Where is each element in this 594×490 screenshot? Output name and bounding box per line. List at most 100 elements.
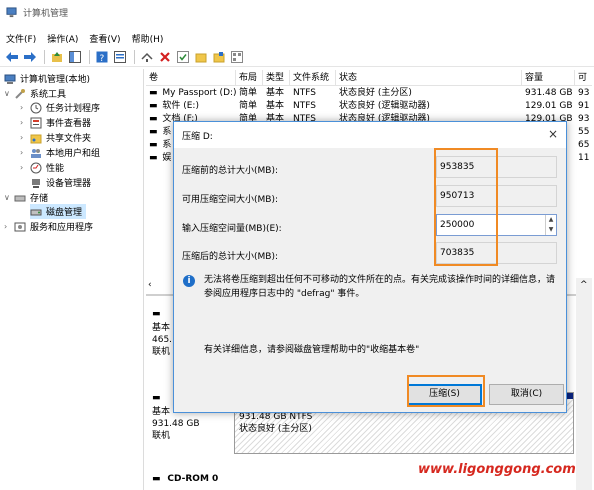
cell-volume-wrap: ▬ 软件 (E:) [146,100,236,113]
tree-item-device-manager[interactable]: 设备管理器 [30,175,91,190]
chevron-right-icon[interactable]: › [4,222,14,231]
column-volume[interactable]: 卷 [146,70,236,86]
column-free[interactable]: 可 [575,70,592,86]
cell-capacity: 931.48 GB [525,88,573,98]
services-icon [14,222,26,231]
cell-free: 91 [578,101,590,111]
help-icon[interactable]: ? [94,49,110,65]
cell-volume: 软件 (E:) [162,101,199,111]
connect-icon[interactable] [139,49,155,65]
chevron-right-icon[interactable]: › [20,163,30,172]
tree-label: 磁盘管理 [46,208,83,218]
volume-icon: ▬ [149,88,161,98]
spin-up-icon[interactable]: ▲ [546,215,556,225]
info-icon: i [183,275,195,287]
chevron-right-icon[interactable]: › [20,148,30,157]
cell-free: 11 [578,153,590,163]
menu-action[interactable]: 操作(A) [47,32,78,45]
column-status[interactable]: 状态 [336,70,522,86]
cell-volume: 系 [162,127,172,137]
cell-status: 状态良好 (主分区) [339,88,412,98]
cell-type: 基本 [266,88,285,98]
folder-icon[interactable] [193,49,209,65]
check-icon[interactable] [175,49,191,65]
menu-view[interactable]: 查看(V) [89,32,120,45]
view-icon[interactable] [229,49,245,65]
tree-item-system-tools[interactable]: ∨ 系统工具 [4,86,66,101]
cell-type: 基本 [266,101,285,111]
column-type[interactable]: 类型 [263,70,290,86]
cancel-button[interactable]: 取消(C) [489,384,564,405]
tree-item-task-scheduler[interactable]: › 任务计划程序 [20,100,100,115]
tree-label: 系统工具 [30,90,67,100]
disk1-status: 联机 [152,431,171,441]
volume-row[interactable]: ▬ My Passport (D:) 简单 基本 NTFS 状态良好 (主分区) 931.… [146,87,592,100]
cell-volume-wrap: ▬ My Passport (D:) [146,87,236,100]
close-icon[interactable]: × [548,127,558,141]
help-text: 有关详细信息，请参阅磁盘管理帮助中的"收缩基本卷" [204,345,420,355]
toolbar-separator [89,49,90,64]
cdrom-label[interactable]: ▬ CD-ROM 0 [152,474,242,484]
menu-file[interactable]: 文件(F) [6,32,36,45]
tree-label: 本地用户和组 [46,149,101,159]
tree-item-root[interactable]: 计算机管理(本地) [4,71,90,86]
tree-item-disk-management[interactable]: 磁盘管理 [30,204,87,219]
up-folder-icon[interactable] [49,49,65,65]
delete-icon[interactable] [157,49,173,65]
menu-help[interactable]: 帮助(H) [132,32,164,45]
watermark: www.ligonggong.com [418,462,576,477]
column-layout[interactable]: 布局 [236,70,263,86]
window-title: 计算机管理 [23,8,69,19]
info-text: 无法将卷压缩到超出任何不可移动的文件所在的点。有关完成该操作时间的详细信息，请参… [204,275,556,299]
toolbar: ? [0,47,594,67]
tree-item-event-viewer[interactable]: › 事件查看器 [20,115,91,130]
tree-label: 共享文件夹 [46,134,92,144]
column-capacity[interactable]: 容量 [522,70,575,86]
forward-arrow-icon[interactable] [22,49,38,65]
spinner[interactable]: ▲ ▼ [545,215,556,235]
vertical-scrollbar[interactable]: ^ [576,278,592,490]
tree-item-performance[interactable]: › 性能 [20,160,64,175]
scroll-left-icon[interactable]: ‹ [148,280,152,290]
cell-status: 状态良好 (逻辑驱动器) [339,101,430,111]
back-arrow-icon[interactable] [4,49,20,65]
chevron-right-icon[interactable]: › [20,103,30,112]
chevron-down-icon[interactable]: ∨ [4,193,14,202]
computer-icon [4,74,16,84]
annotation-box [434,148,498,266]
spin-down-icon[interactable]: ▼ [546,225,556,235]
volume-icon: ▬ [149,114,161,124]
tree-label: 服务和应用程序 [30,223,94,233]
open-folder-icon[interactable] [211,49,227,65]
volume-row[interactable]: ▬ 软件 (E:) 简单 基本 NTFS 状态良好 (逻辑驱动器) 129.01 GB 91 [146,100,592,113]
shared-folder-icon [30,134,42,143]
column-filesystem[interactable]: 文件系统 [290,70,336,86]
tree-item-storage[interactable]: ∨ 存储 [4,190,48,205]
scroll-up-icon[interactable]: ^ [580,280,588,290]
volume-icon: ▬ [149,153,161,163]
disk-management-icon [30,209,42,215]
chevron-down-icon[interactable]: ∨ [4,89,14,98]
tree-item-shared-folders[interactable]: › 共享文件夹 [20,130,91,145]
users-icon [31,148,41,158]
cell-capacity: 129.01 GB [525,101,573,111]
tree-item-services-apps[interactable]: › 服务和应用程序 [4,219,93,234]
tree-label: 性能 [46,164,65,174]
storage-icon [14,195,26,201]
shrink-amount-label: 输入压缩空间量(MB)(E): [182,224,282,234]
volume-list-header: 卷 布局 类型 文件系统 状态 容量 可 [146,70,592,86]
cell-free: 93 [578,88,590,98]
cell-free: 65 [578,140,590,150]
menu-bar: 文件(F) 操作(A) 查看(V) 帮助(H) [0,30,174,46]
chevron-right-icon[interactable]: › [20,133,30,142]
cdrom-icon: ▬ [152,474,161,484]
volume-icon: ▬ [149,101,161,111]
tree-item-local-users[interactable]: › 本地用户和组 [20,145,100,160]
properties-icon[interactable] [112,49,128,65]
title-bar: 计算机管理 [0,0,594,24]
show-hide-tree-icon[interactable] [67,49,83,65]
tree-label: 存储 [30,194,49,204]
chevron-right-icon[interactable]: › [20,118,30,127]
shrink-dialog: 压缩 D: × 压缩前的总计大小(MB): 953835 可用压缩空间大小(MB… [173,121,567,413]
volume-status: 状态良好 (主分区) [239,424,312,434]
